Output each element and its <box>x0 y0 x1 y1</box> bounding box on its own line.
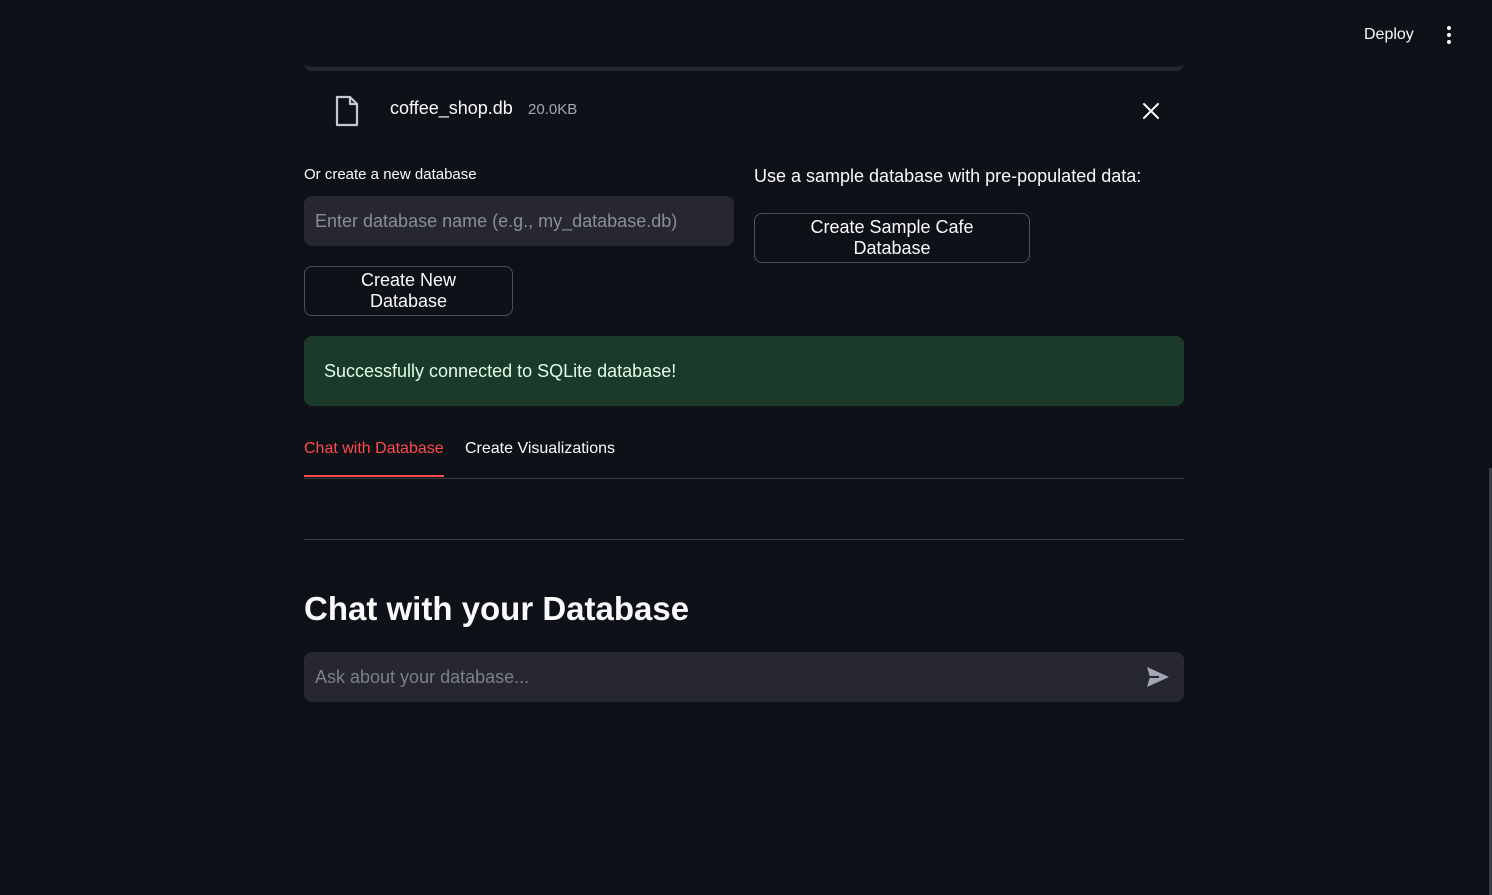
vertical-dots-icon[interactable] <box>1438 24 1460 46</box>
tab-chat-with-database[interactable]: Chat with Database <box>304 440 444 477</box>
chat-input-container <box>304 652 1184 702</box>
uploaded-file-name: coffee_shop.db <box>390 98 513 118</box>
create-db-label: Or create a new database <box>304 166 477 183</box>
tab-create-visualizations[interactable]: Create Visualizations <box>465 440 615 477</box>
create-new-database-button[interactable]: Create New Database <box>304 266 513 316</box>
app-root: Deploy coffee_shop.db 20.0KB Or create a… <box>0 0 1492 895</box>
uploaded-file-row: coffee_shop.db 20.0KB <box>304 88 1184 132</box>
file-icon <box>334 95 360 127</box>
divider <box>304 539 1184 540</box>
success-alert-message: Successfully connected to SQLite databas… <box>324 360 677 381</box>
close-icon[interactable] <box>1140 100 1162 122</box>
database-name-input[interactable] <box>304 196 734 246</box>
success-alert: Successfully connected to SQLite databas… <box>304 336 1184 406</box>
sample-db-label: Use a sample database with pre-populated… <box>754 166 1142 186</box>
file-uploader-dropzone[interactable] <box>304 62 1184 71</box>
create-sample-database-button[interactable]: Create Sample Cafe Database <box>754 213 1030 263</box>
chat-heading: Chat with your Database <box>304 590 690 627</box>
chat-input[interactable] <box>304 652 1124 702</box>
send-icon[interactable] <box>1144 665 1172 689</box>
uploaded-file-size: 20.0KB <box>528 101 578 118</box>
deploy-button[interactable]: Deploy <box>1350 24 1428 46</box>
tab-bar: Chat with Database Create Visualizations <box>304 436 1184 479</box>
